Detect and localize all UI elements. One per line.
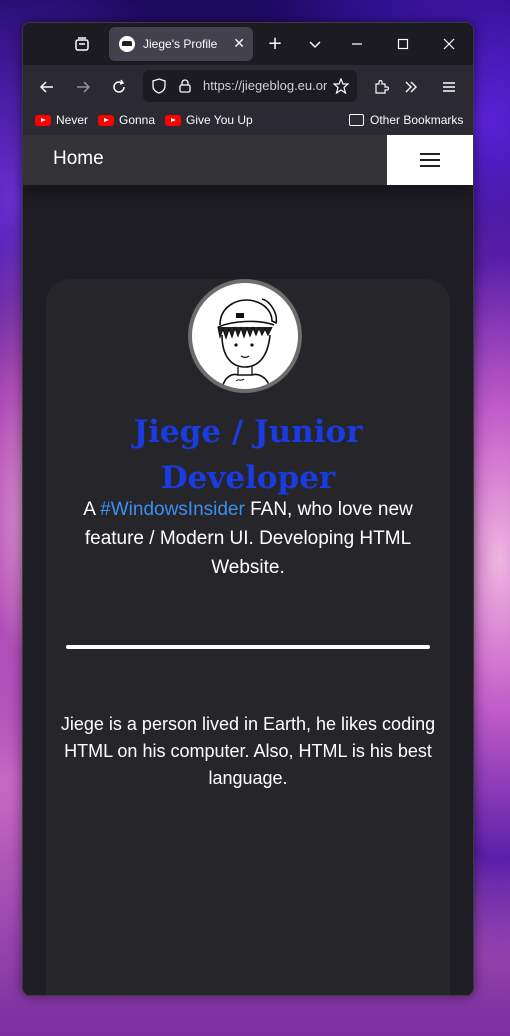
url-text[interactable]: https://jiegeblog.eu.org — [203, 78, 327, 93]
tab-title: Jiege's Profile — [143, 37, 218, 51]
bio-prefix: A — [83, 499, 95, 520]
tab-active[interactable]: Jiege's Profile ✕ — [109, 27, 253, 61]
lock-icon[interactable] — [173, 74, 197, 98]
home-link[interactable]: Home — [53, 148, 104, 170]
url-bar[interactable]: https://jiegeblog.eu.org — [143, 70, 357, 102]
tab-overview-icon[interactable] — [71, 33, 93, 55]
avatar — [188, 279, 302, 393]
shield-icon[interactable] — [147, 74, 171, 98]
bookmarks-toolbar: Never Gonna Give You Up Other Bookmarks — [23, 109, 473, 136]
folder-icon — [349, 114, 364, 126]
more-tools-chevrons-icon[interactable] — [399, 75, 423, 99]
list-tabs-chevron-down-icon[interactable] — [303, 32, 327, 56]
back-arrow-icon[interactable] — [35, 75, 59, 99]
new-tab-icon[interactable]: + — [263, 32, 287, 56]
forward-arrow-icon[interactable] — [71, 75, 95, 99]
bookmark-item[interactable]: Gonna — [98, 113, 155, 127]
profile-bio: A #WindowsInsider FAN, who love new feat… — [60, 495, 436, 582]
divider — [66, 645, 430, 649]
reload-icon[interactable] — [107, 75, 131, 99]
minimize-icon[interactable] — [345, 32, 369, 56]
bookmark-label: Gonna — [119, 113, 156, 127]
bookmark-label: Never — [56, 113, 89, 127]
youtube-icon — [165, 114, 181, 126]
windows-insider-link[interactable]: #WindowsInsider — [100, 499, 245, 520]
app-menu-hamburger-icon[interactable] — [437, 75, 461, 99]
cartoon-avatar-icon — [217, 298, 278, 389]
bookmark-label: Give You Up — [186, 113, 253, 127]
profile-name: Jiege / Junior Developer — [133, 414, 363, 496]
browser-window: Jiege's Profile ✕ + https://jiegeblog.eu… — [22, 22, 474, 996]
tab-strip: Jiege's Profile ✕ + — [23, 23, 473, 65]
youtube-icon — [35, 114, 51, 126]
site-menu-hamburger-icon[interactable] — [387, 135, 473, 185]
bookmark-star-icon[interactable] — [329, 74, 353, 98]
close-tab-icon[interactable]: ✕ — [233, 36, 245, 52]
bookmark-item[interactable]: Give You Up — [165, 113, 253, 127]
youtube-icon — [98, 114, 114, 126]
extensions-puzzle-icon[interactable] — [369, 75, 393, 99]
profile-about: Jiege is a person lived in Earth, he lik… — [60, 714, 436, 788]
other-bookmarks-label: Other Bookmarks — [370, 113, 464, 127]
web-page-viewport: Home Jiege / Junior Developer A #Windows… — [23, 135, 473, 995]
site-favicon-icon — [119, 36, 135, 52]
bookmark-item[interactable]: Never — [35, 113, 88, 127]
site-navbar: Home — [23, 135, 473, 185]
navigation-toolbar: https://jiegeblog.eu.org — [23, 65, 473, 109]
maximize-icon[interactable] — [391, 32, 415, 56]
profile-card: Jiege / Junior Developer A #WindowsInsid… — [46, 279, 450, 995]
other-bookmarks-folder[interactable]: Other Bookmarks — [349, 113, 463, 127]
close-window-icon[interactable] — [437, 32, 461, 56]
